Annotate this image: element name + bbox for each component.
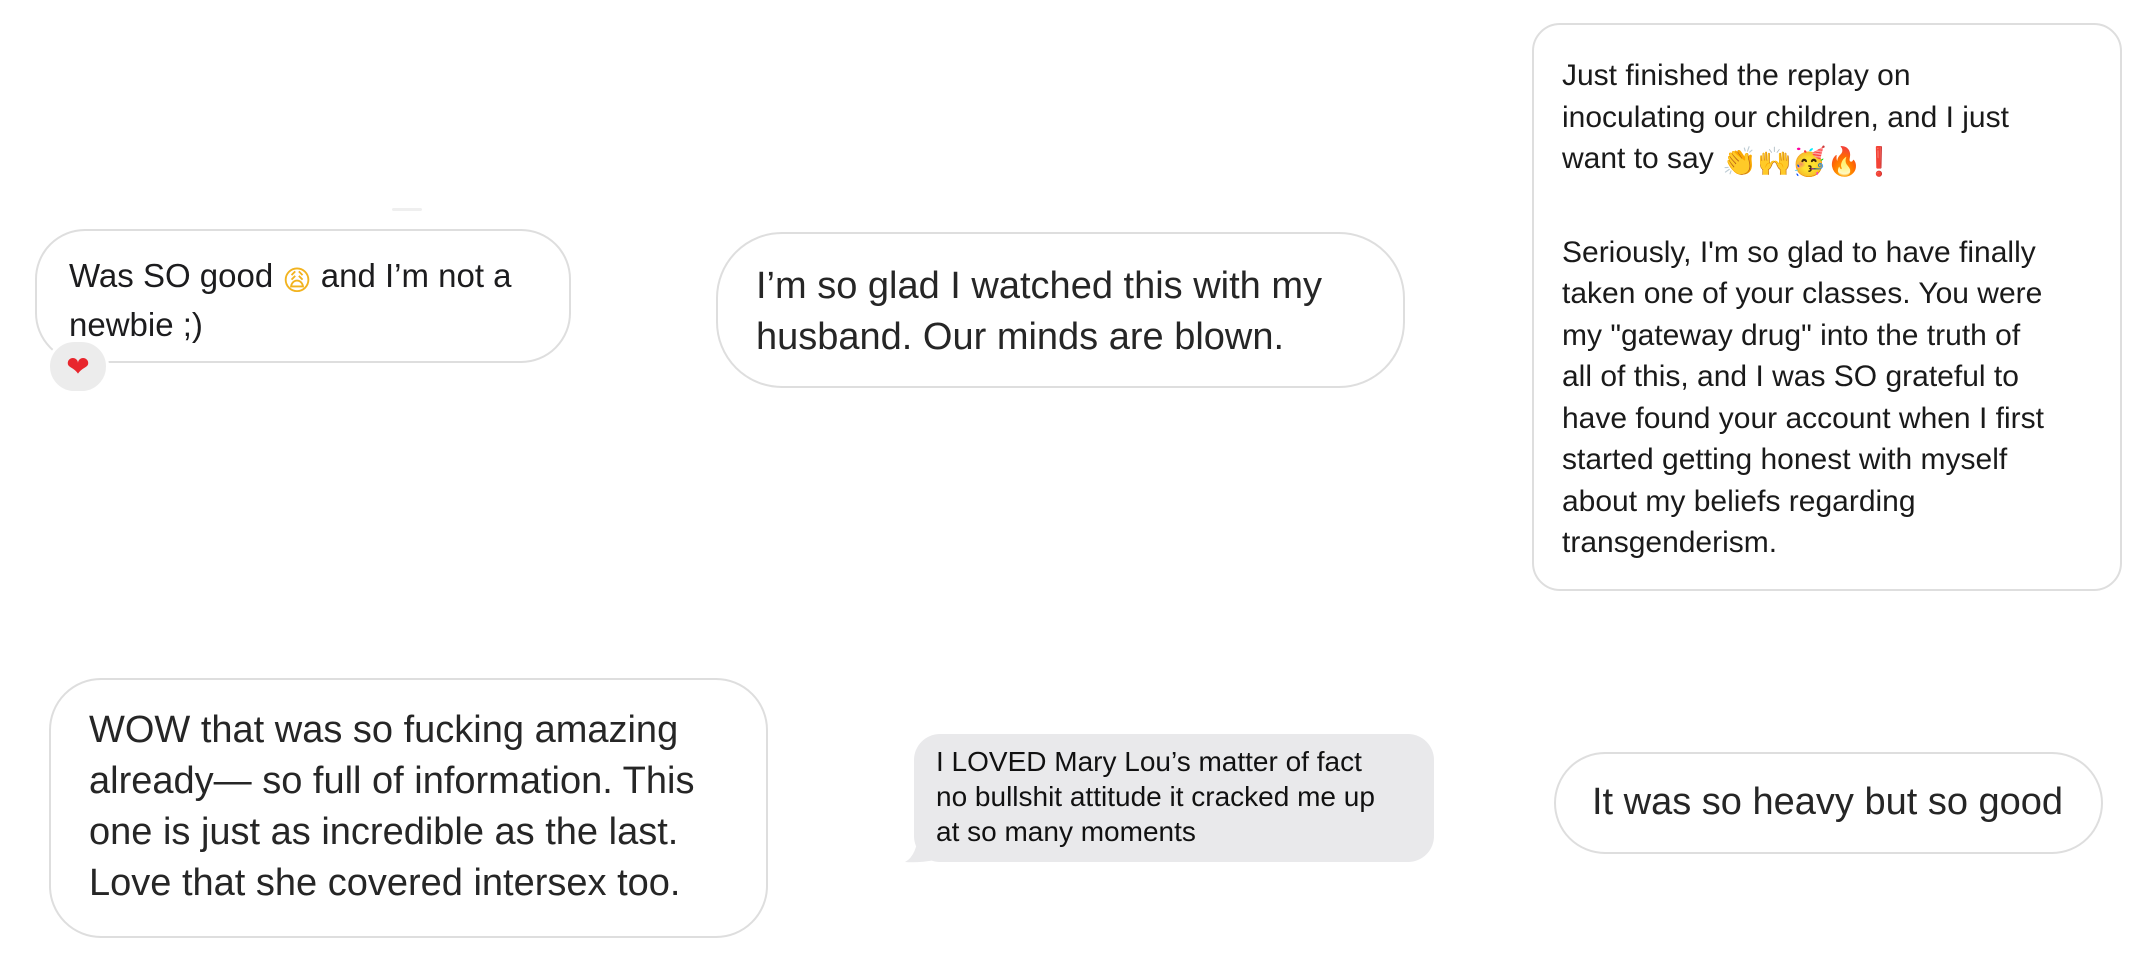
message-text: I’m so glad I watched this with my husba… xyxy=(756,265,1322,358)
decorative-mark xyxy=(392,208,422,211)
fire-emoji-icon: 🔥 xyxy=(1826,145,1862,178)
clapping-hands-emoji-icon: 👏 xyxy=(1722,145,1757,178)
message-bubble-6[interactable]: It was so heavy but so good xyxy=(1554,752,2103,854)
message-text: It was so heavy but so good xyxy=(1592,781,2064,823)
message-text: I LOVED Mary Lou’s matter of fact no bul… xyxy=(936,746,1375,847)
heart-reaction-badge[interactable]: ❤ xyxy=(47,339,109,394)
message-bubble-5[interactable]: I LOVED Mary Lou’s matter of fact no bul… xyxy=(914,734,1434,862)
weary-face-emoji-icon: 😩 xyxy=(282,264,312,297)
message-text: Was SO good xyxy=(69,257,283,294)
heart-icon: ❤ xyxy=(66,349,90,383)
message-text: WOW that was so fucking amazing already—… xyxy=(89,709,695,904)
raising-hands-emoji-icon: 🙌 xyxy=(1756,145,1792,178)
partying-face-emoji-icon: 🥳 xyxy=(1791,145,1827,178)
message-bubble-1[interactable]: Was SO good 😩 and I’m not a newbie ;) xyxy=(35,229,571,363)
message-text: Seriously, I'm so glad to have finally t… xyxy=(1562,235,2044,560)
message-bubble-2[interactable]: I’m so glad I watched this with my husba… xyxy=(716,232,1405,388)
message-bubble-4[interactable]: WOW that was so fucking amazing already—… xyxy=(49,678,768,938)
exclamation-emoji-icon: ❗ xyxy=(1861,145,1897,178)
message-bubble-3[interactable]: Just finished the replay on inoculating … xyxy=(1532,23,2122,591)
